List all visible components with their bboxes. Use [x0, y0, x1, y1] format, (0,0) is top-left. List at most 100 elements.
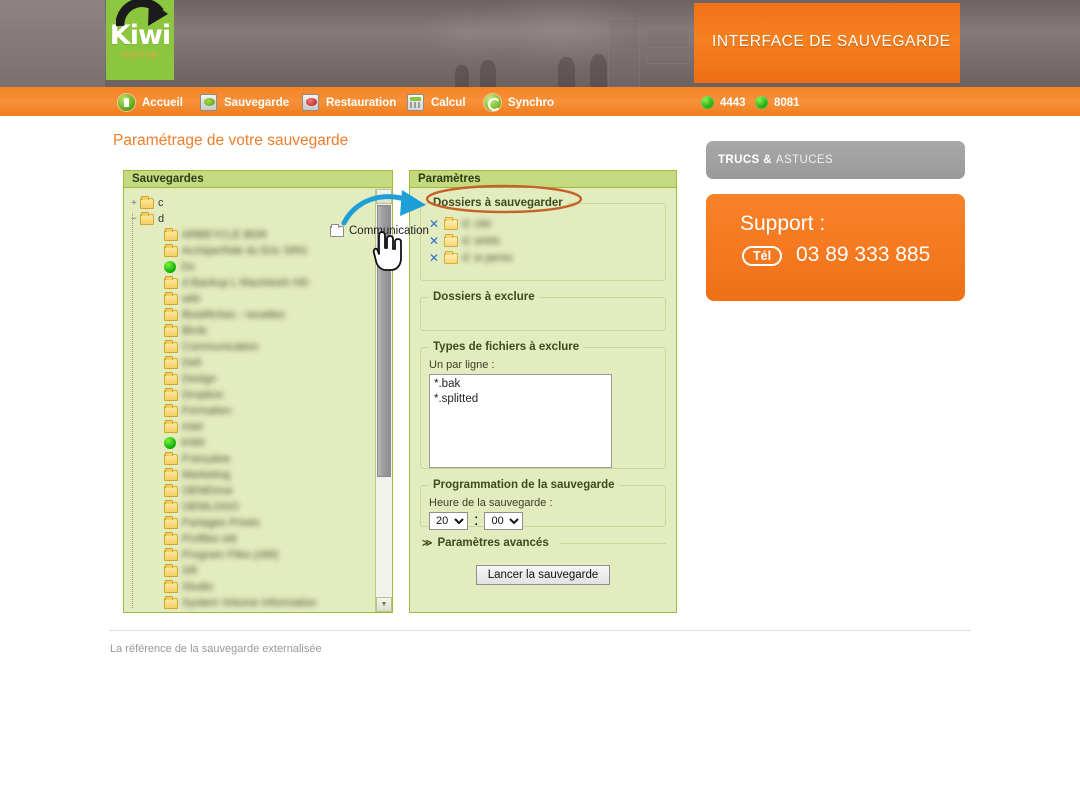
tree-node[interactable]: Dropbox	[128, 387, 376, 403]
tree-node[interactable]: Intel	[128, 419, 376, 435]
interface-banner: INTERFACE DE SAUVEGARDE	[694, 3, 960, 83]
tree-node[interactable]: +Téléchargement D	[128, 611, 376, 612]
tree-node-label: Marketing	[182, 469, 231, 481]
folder-icon	[444, 250, 458, 264]
remove-folder-icon[interactable]: ✕	[429, 218, 440, 230]
status-port-4443[interactable]: 4443	[701, 87, 746, 118]
silhouette	[558, 57, 575, 87]
nav-item-sauvegarde[interactable]: Sauvegarde	[200, 87, 289, 118]
tree-node[interactable]: Dell	[128, 355, 376, 371]
silhouette	[590, 54, 607, 87]
include-folders-list[interactable]: ✕ d: cite ✕ d: w/ets ✕ d: w perso	[429, 216, 657, 266]
nav-item-accueil[interactable]: Accueil	[118, 87, 183, 118]
tree-node[interactable]: Design	[128, 371, 376, 387]
tree-node[interactable]: wiki	[128, 291, 376, 307]
backup-minute-select[interactable]: 00153045	[484, 512, 524, 530]
folder-icon	[164, 563, 178, 577]
folder-icon	[164, 531, 178, 545]
tree-node[interactable]: Communication	[128, 339, 376, 355]
schedule-hint: Heure de la sauvegarde :	[429, 497, 553, 509]
run-backup-button[interactable]: Lancer la sauvegarde	[475, 565, 611, 585]
folder-icon	[164, 387, 178, 401]
chevron-down-icon: ≫	[422, 537, 433, 549]
file-types-legend: Types de fichiers à exclure	[433, 341, 580, 353]
folder-list-item[interactable]: ✕ d: w perso	[429, 250, 657, 266]
tree-node[interactable]: Studio	[128, 579, 376, 595]
header-left-strip	[0, 0, 105, 87]
scroll-down-button[interactable]: ▼	[376, 597, 392, 612]
site-header: Kiwi backup INTERFACE DE SAUVEGARDE	[0, 0, 1080, 87]
logo-arrow-icon	[116, 0, 168, 27]
tree-node-label: Communication	[182, 341, 259, 353]
folder-tree[interactable]: + c − d ARBEYCLE BDR Archiperfolie du Eric SR…	[124, 189, 376, 612]
banner-title: INTERFACE DE SAUVEGARDE	[712, 33, 951, 50]
folder-icon	[164, 451, 178, 465]
nav-item-calcul[interactable]: Calcul	[407, 87, 466, 118]
folder-path-label: d: w perso	[462, 252, 513, 264]
annotation-arrow	[341, 190, 426, 226]
remove-folder-icon[interactable]: ✕	[429, 235, 440, 247]
footer-divider	[109, 630, 971, 631]
folder-icon	[164, 467, 178, 481]
tree-node-label: SR	[182, 565, 198, 577]
logo-subtext: backup	[122, 50, 158, 60]
nav-item-synchro[interactable]: Synchro	[484, 87, 554, 118]
tree-node[interactable]: Française	[128, 451, 376, 467]
calculator-icon	[407, 94, 424, 111]
folder-list-item[interactable]: ✕ d: cite	[429, 216, 657, 232]
tree-node[interactable]: Program Files (x86)	[128, 547, 376, 563]
header-decor-panel	[608, 18, 640, 87]
folder-icon	[164, 483, 178, 497]
tree-node-label: Bookfiches - recettes	[182, 309, 285, 321]
folder-icon	[164, 227, 178, 241]
tree-expander-icon[interactable]: +	[128, 198, 140, 208]
status-port-8081[interactable]: 8081	[755, 87, 800, 118]
excluded-file-types-input[interactable]	[429, 374, 612, 468]
tips-box[interactable]: TRUCS & ASTUCES	[706, 141, 965, 179]
tree-node[interactable]: Birds	[128, 323, 376, 339]
tree-node-label: Birds	[182, 325, 208, 337]
tree-node[interactable]: Ds	[128, 259, 376, 275]
folder-icon	[164, 307, 178, 321]
folder-icon	[444, 233, 458, 247]
tree-node-label: d	[158, 213, 165, 225]
tree-node-label: KIWI	[181, 437, 205, 449]
tree-node[interactable]: KIWI	[128, 435, 376, 451]
tree-node[interactable]: SR	[128, 563, 376, 579]
silhouette	[455, 65, 469, 87]
folder-icon	[164, 339, 178, 353]
backup-hour-select[interactable]: 000612181920212223	[429, 512, 468, 530]
folder-path-label: d: cite	[462, 218, 492, 230]
tree-node[interactable]: Marketing	[128, 467, 376, 483]
tree-node-label: System Volume Information	[182, 597, 317, 609]
tree-node[interactable]: OEMDrive	[128, 483, 376, 499]
header-decor-panel	[646, 54, 690, 64]
folder-list-item[interactable]: ✕ d: w/ets	[429, 233, 657, 249]
support-title: Support :	[740, 212, 826, 235]
nav-label: Restauration	[326, 96, 397, 109]
tree-node-label: Ds	[181, 261, 195, 273]
tree-node[interactable]: OEMLOGO	[128, 499, 376, 515]
schedule-legend: Programmation de la sauvegarde	[433, 479, 615, 491]
tree-node[interactable]: Formation	[128, 403, 376, 419]
remove-folder-icon[interactable]: ✕	[429, 252, 440, 264]
parameters-panel: Paramètres Dossiers à sauvegarder ✕ d: ci…	[409, 170, 677, 613]
main-navigation: Accueil Sauvegarde Restauration Calcul S…	[0, 87, 1080, 118]
tree-node-label: c	[158, 197, 164, 209]
tree-node[interactable]: System Volume Information	[128, 595, 376, 611]
tree-node[interactable]: + c	[128, 195, 376, 211]
tree-node[interactable]: Archiperfolie du Eric SRG	[128, 243, 376, 259]
tree-node-label: Studio	[182, 581, 214, 593]
tree-node[interactable]: Bookfiches - recettes	[128, 307, 376, 323]
tree-node-label: Profiles old	[182, 533, 237, 545]
file-types-group: Types de fichiers à exclure Un par ligne…	[420, 341, 666, 469]
status-label: 4443	[720, 96, 746, 109]
support-phone-number: 03 89 333 885	[796, 243, 931, 266]
tree-node-label: wiki	[182, 293, 201, 305]
tree-node[interactable]: d Backup L Macintosh HD	[128, 275, 376, 291]
tree-node[interactable]: Partages Privés	[128, 515, 376, 531]
advanced-settings-toggle[interactable]: ≫ Paramètres avancés	[422, 537, 666, 549]
tree-node[interactable]: Profiles old	[128, 531, 376, 547]
tree-expander-icon[interactable]: −	[128, 214, 140, 224]
nav-item-restauration[interactable]: Restauration	[302, 87, 396, 118]
